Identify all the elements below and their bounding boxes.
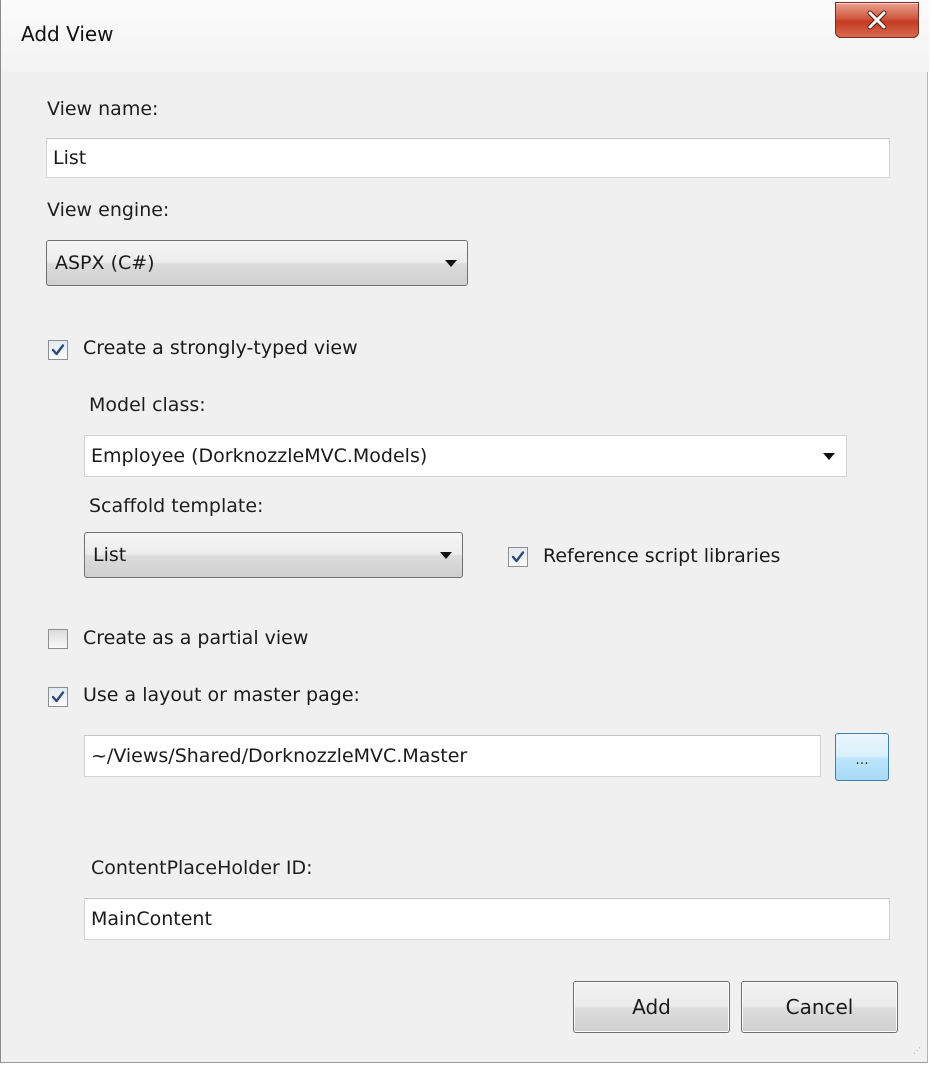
title-bar: Add View	[1, 0, 929, 72]
close-button[interactable]	[835, 2, 919, 38]
checkmark-icon	[51, 691, 65, 703]
strongly-typed-label[interactable]: Create a strongly-typed view	[83, 337, 358, 359]
strongly-typed-checkbox[interactable]	[48, 340, 68, 360]
view-name-input[interactable]: List	[46, 138, 890, 178]
add-view-dialog: Add View View name: List View engine: AS…	[0, 0, 929, 1063]
checkmark-icon	[511, 551, 525, 563]
chevron-down-icon	[440, 552, 452, 559]
close-icon	[867, 10, 887, 30]
model-class-label: Model class:	[89, 394, 206, 416]
reference-scripts-label[interactable]: Reference script libraries	[543, 545, 780, 567]
partial-view-label[interactable]: Create as a partial view	[83, 627, 308, 649]
model-class-value: Employee (DorknozzleMVC.Models)	[91, 445, 428, 467]
scaffold-template-select[interactable]: List	[84, 532, 463, 578]
chevron-down-icon	[823, 453, 835, 460]
dialog-title: Add View	[21, 22, 114, 46]
reference-scripts-checkbox[interactable]	[508, 547, 528, 567]
view-engine-label: View engine:	[47, 199, 170, 221]
layout-page-input[interactable]: ~/Views/Shared/DorknozzleMVC.Master	[84, 735, 821, 777]
resize-grip-icon[interactable]: ⋰	[913, 1046, 923, 1056]
checkmark-icon	[51, 344, 65, 356]
chevron-down-icon	[445, 260, 457, 267]
layout-page-label[interactable]: Use a layout or master page:	[83, 684, 360, 706]
scaffold-template-value: List	[93, 544, 127, 566]
view-name-label: View name:	[47, 98, 159, 120]
browse-button[interactable]: ...	[835, 733, 889, 781]
content-placeholder-label: ContentPlaceHolder ID:	[91, 857, 313, 879]
content-placeholder-input[interactable]: MainContent	[84, 898, 890, 940]
view-engine-value: ASPX (C#)	[55, 252, 155, 274]
scaffold-template-label: Scaffold template:	[89, 495, 264, 517]
model-class-select[interactable]: Employee (DorknozzleMVC.Models)	[84, 435, 847, 477]
partial-view-checkbox[interactable]	[48, 629, 68, 649]
add-button[interactable]: Add	[573, 981, 730, 1033]
cancel-button[interactable]: Cancel	[741, 981, 898, 1033]
layout-page-checkbox[interactable]	[48, 687, 68, 707]
view-engine-select[interactable]: ASPX (C#)	[46, 240, 468, 286]
